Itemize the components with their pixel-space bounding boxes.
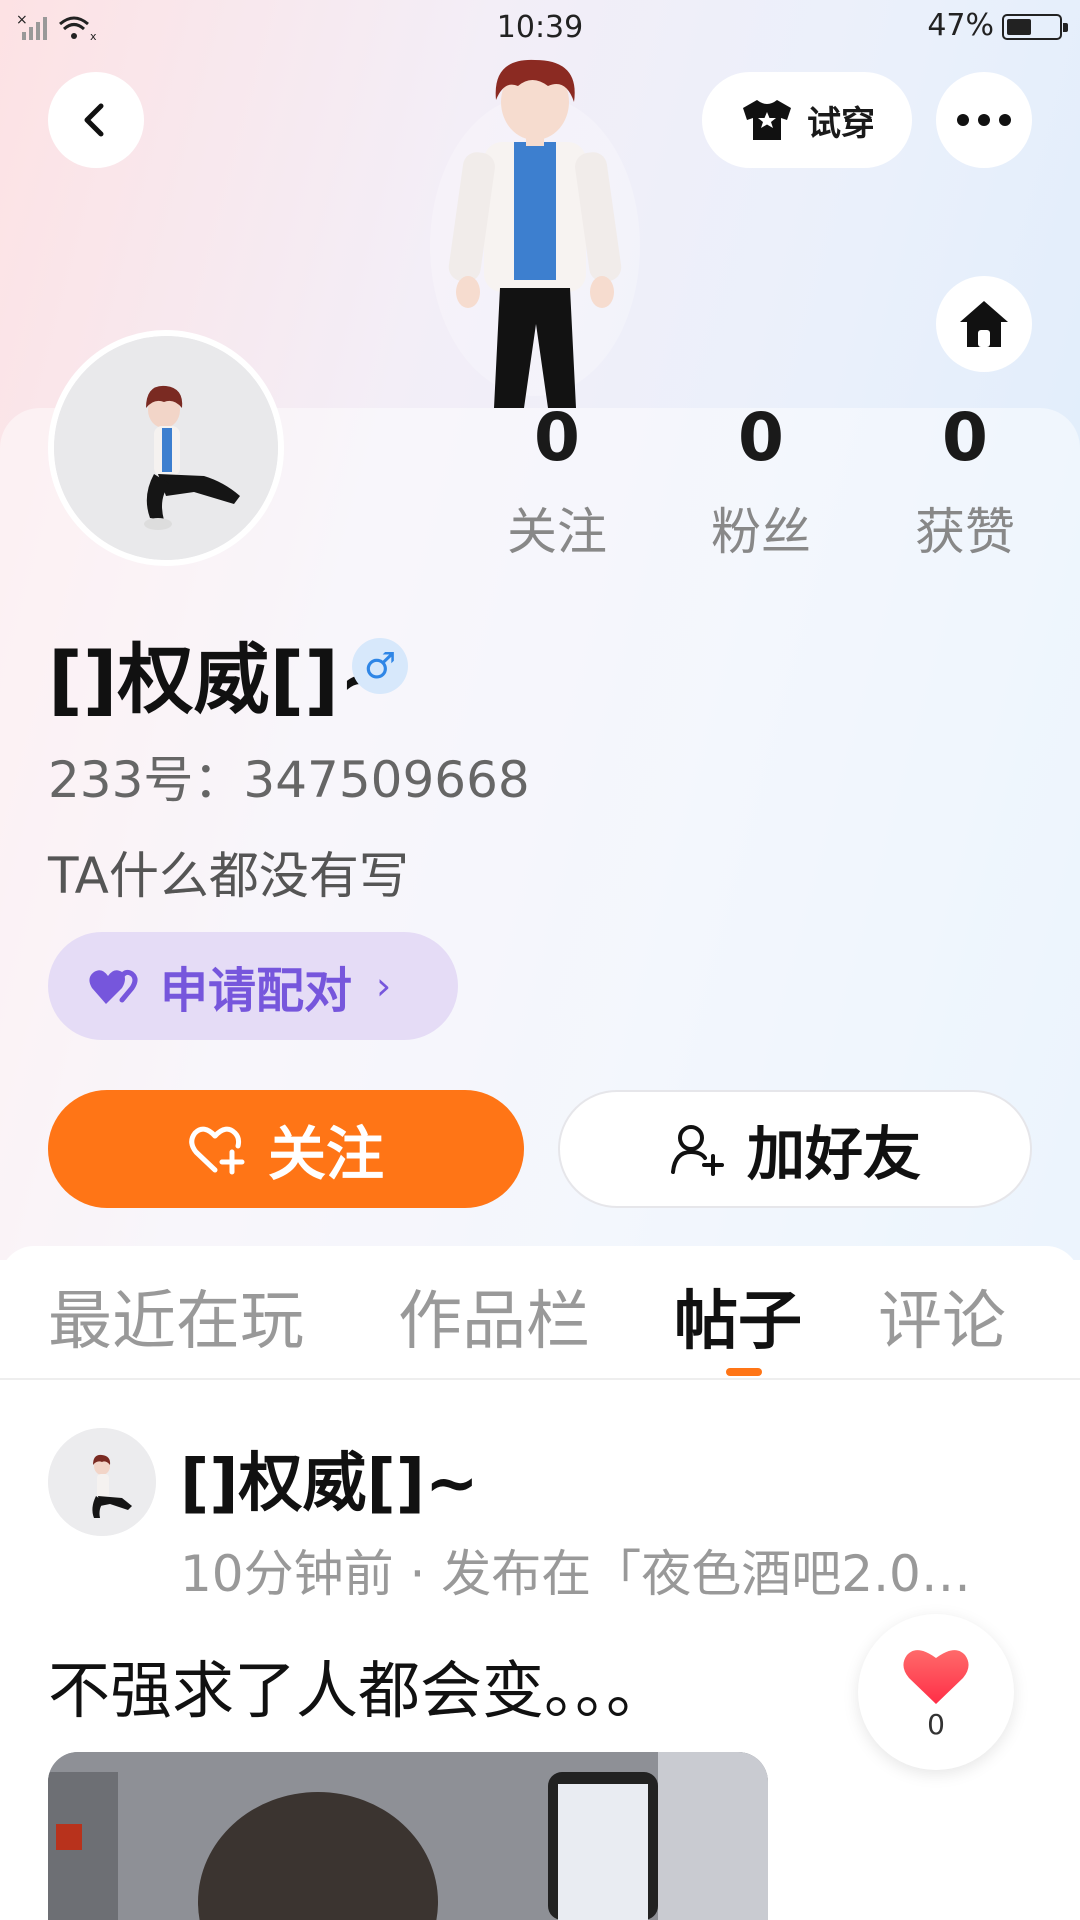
heart-plus-icon [189, 1126, 245, 1175]
tab-recently-played[interactable]: 最近在玩 [48, 1270, 304, 1362]
post-image[interactable] [48, 1752, 768, 1920]
post-author-name[interactable]: []权威[]~ [180, 1432, 479, 1524]
tabs-divider [0, 1378, 1080, 1380]
apply-pair-button[interactable]: 申请配对 › [48, 932, 458, 1040]
avatar-3d-figure [430, 59, 640, 408]
post-author-avatar[interactable] [48, 1428, 156, 1536]
likes-label: 获赞 [915, 503, 1015, 561]
bio: TA什么都没有写 [48, 847, 409, 905]
like-count: 0 [927, 1707, 945, 1741]
stat-followers[interactable]: 0 粉丝 [686, 400, 836, 564]
battery-icon [1002, 14, 1068, 40]
post-photo [48, 1752, 768, 1920]
home-icon [960, 301, 1008, 347]
male-gender-icon: ♂ [352, 638, 408, 694]
followers-label: 粉丝 [711, 503, 811, 561]
try-on-label: 试穿 [807, 103, 875, 144]
status-bar: × x 10:39 47% [0, 0, 1080, 56]
post-meta[interactable]: 10分钟前 · 发布在「夜色酒吧2.0… [180, 1534, 1050, 1606]
chevron-left-icon [84, 103, 104, 137]
following-count: 0 [534, 399, 580, 476]
stat-following[interactable]: 0 关注 [482, 400, 632, 564]
tab-posts[interactable]: 帖子 [674, 1270, 802, 1362]
status-time: 10:39 [496, 10, 584, 45]
home-button[interactable] [936, 276, 1032, 372]
battery-percent: 47% [927, 8, 994, 43]
apply-pair-label: 申请配对 [160, 963, 353, 1019]
like-button[interactable]: 0 [858, 1614, 1014, 1770]
user-id: 233号：347509668 [48, 751, 530, 809]
username: []权威[]~ [48, 635, 403, 724]
heart-icon [903, 1649, 969, 1704]
active-tab-indicator [726, 1368, 762, 1376]
double-heart-icon [89, 969, 138, 1004]
chevron-right-icon: › [376, 964, 392, 1008]
followers-count: 0 [738, 399, 784, 476]
add-user-icon [670, 1125, 724, 1176]
add-friend-label: 加好友 [746, 1120, 921, 1188]
add-friend-button[interactable]: 加好友 [558, 1090, 1032, 1208]
likes-count: 0 [942, 399, 988, 476]
avatar-image [54, 336, 278, 560]
more-button[interactable] [936, 72, 1032, 168]
tab-works[interactable]: 作品栏 [398, 1270, 590, 1362]
follow-button[interactable]: 关注 [48, 1090, 524, 1208]
following-label: 关注 [507, 503, 607, 561]
post-avatar-image [48, 1428, 156, 1536]
stat-likes[interactable]: 0 获赞 [890, 400, 1040, 564]
back-button[interactable] [48, 72, 144, 168]
try-on-button[interactable]: 试穿 [702, 72, 912, 168]
post-text[interactable]: 不强求了人都会变。。。 [48, 1640, 668, 1730]
follow-label: 关注 [267, 1120, 384, 1188]
more-horizontal-icon [957, 114, 1011, 126]
tshirt-icon [743, 100, 791, 140]
avatar[interactable] [48, 330, 284, 566]
tab-comments[interactable]: 评论 [878, 1270, 1006, 1362]
